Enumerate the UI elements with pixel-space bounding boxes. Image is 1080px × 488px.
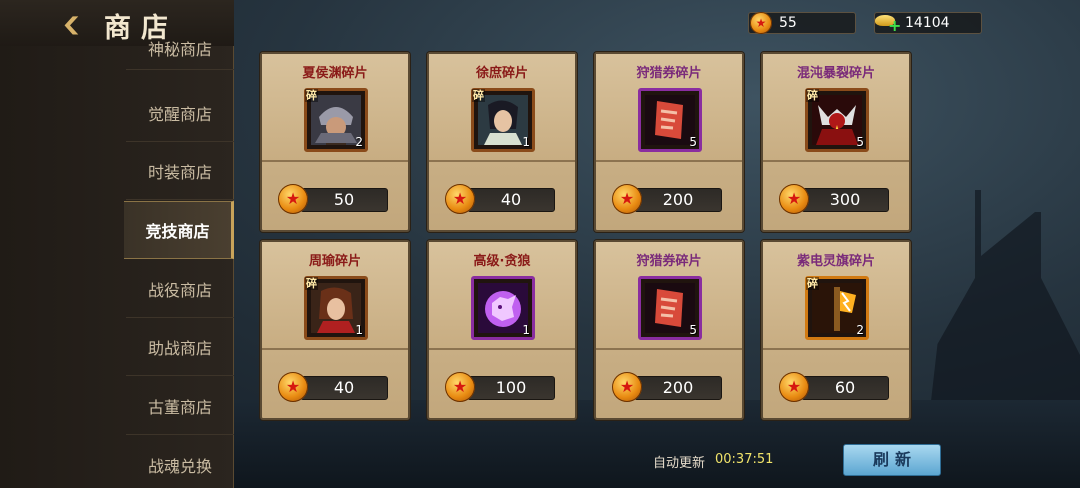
wolf-spirit-icon[interactable]: 1: [471, 276, 535, 340]
shop-sidebar: ❮ 商店 神秘商店 觉醒商店 时装商店 竞技商店 战役商店 助战商店 古董商店 …: [0, 0, 234, 488]
sidebar-item-campaign-shop[interactable]: 战役商店: [126, 260, 234, 318]
coin-balance-value: 55: [779, 15, 797, 31]
item-name: 周瑜碎片: [308, 254, 361, 269]
ticket-scroll-icon[interactable]: 5: [638, 276, 702, 340]
card-divider: [763, 348, 909, 350]
card-divider: [429, 160, 575, 162]
item-price: 50: [333, 190, 355, 209]
shop-item-card[interactable]: 高级·贪狼 1 100 ★: [427, 240, 577, 420]
item-count: 2: [856, 323, 864, 337]
item-count: 5: [689, 135, 697, 149]
item-name: 高级·贪狼: [473, 254, 531, 269]
general-portrait-icon[interactable]: 碎1: [304, 276, 368, 340]
item-price: 40: [333, 378, 355, 397]
sidebar-item-costume-shop[interactable]: 时装商店: [126, 142, 234, 200]
warrior-helmet-portrait-icon[interactable]: 碎2: [304, 88, 368, 152]
fragment-tag: 碎: [305, 277, 318, 290]
item-art: [311, 95, 361, 145]
price-bar[interactable]: 200: [634, 376, 722, 400]
auto-refresh-label: 自动更新: [653, 456, 706, 471]
card-divider: [429, 348, 575, 350]
item-count: 5: [856, 135, 864, 149]
arena-coin-icon: ★: [278, 372, 308, 402]
item-count: 1: [522, 135, 530, 149]
item-price: 200: [662, 190, 694, 209]
price-bar[interactable]: 60: [801, 376, 889, 400]
lightning-banner-icon[interactable]: 碎2: [805, 276, 869, 340]
item-art: [812, 95, 862, 145]
item-art: [645, 283, 695, 333]
arena-coin-icon: ★: [445, 184, 475, 214]
price-bar[interactable]: 100: [467, 376, 555, 400]
price-bar[interactable]: 40: [467, 188, 555, 212]
arena-coin-icon: ★: [750, 12, 772, 34]
arena-coin-icon: ★: [779, 372, 809, 402]
item-name: 夏侯渊碎片: [302, 66, 368, 81]
gold-balance-value: 14104: [905, 15, 950, 31]
item-art: [812, 283, 862, 333]
item-art: [478, 95, 528, 145]
item-name: 徐庶碎片: [475, 66, 528, 81]
arena-coin-icon: ★: [779, 184, 809, 214]
ship-silhouette: [930, 190, 1080, 410]
cloud-ornament-icon: ❮: [60, 14, 83, 35]
card-divider: [596, 348, 742, 350]
refresh-timer: 00:37:51: [715, 452, 774, 467]
fragment-tag: 碎: [472, 89, 485, 102]
scholar-portrait-icon[interactable]: 碎1: [471, 88, 535, 152]
sidebar-item-awakening-shop[interactable]: 觉醒商店: [126, 84, 234, 142]
ticket-scroll-icon[interactable]: 5: [638, 88, 702, 152]
arena-coin-icon: ★: [445, 372, 475, 402]
card-divider: [262, 348, 408, 350]
shop-item-card[interactable]: 夏侯渊碎片碎 2 50 ★: [260, 52, 410, 232]
card-divider: [596, 160, 742, 162]
demon-portrait-icon[interactable]: 碎5: [805, 88, 869, 152]
item-price: 100: [495, 378, 527, 397]
price-bar[interactable]: 40: [300, 376, 388, 400]
item-count: 2: [355, 135, 363, 149]
shop-item-card[interactable]: 狩猎券碎片 5 200 ★: [594, 52, 744, 232]
item-name: 混沌暴裂碎片: [796, 66, 875, 81]
item-count: 1: [355, 323, 363, 337]
sidebar-item-mystery-shop[interactable]: 神秘商店: [126, 40, 234, 70]
card-divider: [763, 160, 909, 162]
item-count: 1: [522, 323, 530, 337]
shop-item-card[interactable]: 徐庶碎片碎 1 40 ★: [427, 52, 577, 232]
item-count: 5: [689, 323, 697, 337]
item-art: [478, 283, 528, 333]
shop-item-card[interactable]: 狩猎券碎片 5 200 ★: [594, 240, 744, 420]
item-price: 300: [829, 190, 861, 209]
item-name: 紫电灵旗碎片: [796, 254, 875, 269]
gold-balance[interactable]: + 14104: [873, 9, 982, 35]
shop-item-card[interactable]: 混沌暴裂碎片碎 5 300 ★: [761, 52, 911, 232]
coin-balance: ★ 55: [748, 12, 856, 34]
item-price: 200: [662, 378, 694, 397]
arena-coin-icon: ★: [278, 184, 308, 214]
item-price: 40: [500, 190, 522, 209]
arena-coin-icon: ★: [612, 372, 642, 402]
arena-coin-icon: ★: [612, 184, 642, 214]
fragment-tag: 碎: [305, 89, 318, 102]
price-bar[interactable]: 200: [634, 188, 722, 212]
item-art: [311, 283, 361, 333]
price-bar[interactable]: 50: [300, 188, 388, 212]
shop-item-card[interactable]: 周瑜碎片碎 1 40 ★: [260, 240, 410, 420]
sidebar-item-support-shop[interactable]: 助战商店: [126, 318, 234, 376]
card-divider: [262, 160, 408, 162]
shop-item-card[interactable]: 紫电灵旗碎片碎 2 60 ★: [761, 240, 911, 420]
fragment-tag: 碎: [806, 89, 819, 102]
price-bar[interactable]: 300: [801, 188, 889, 212]
gold-ingot-plus-icon[interactable]: +: [873, 9, 901, 35]
sidebar-item-antique-shop[interactable]: 古董商店: [126, 377, 234, 435]
item-price: 60: [834, 378, 856, 397]
fragment-tag: 碎: [806, 277, 819, 290]
sidebar-item-arena-shop[interactable]: 竞技商店: [124, 201, 234, 259]
item-name: 狩猎券碎片: [636, 254, 702, 269]
item-name: 狩猎券碎片: [636, 66, 702, 81]
item-art: [645, 95, 695, 145]
refresh-button[interactable]: 刷新: [843, 444, 941, 476]
sidebar-item-soul-exchange[interactable]: 战魂兑换: [126, 436, 234, 488]
